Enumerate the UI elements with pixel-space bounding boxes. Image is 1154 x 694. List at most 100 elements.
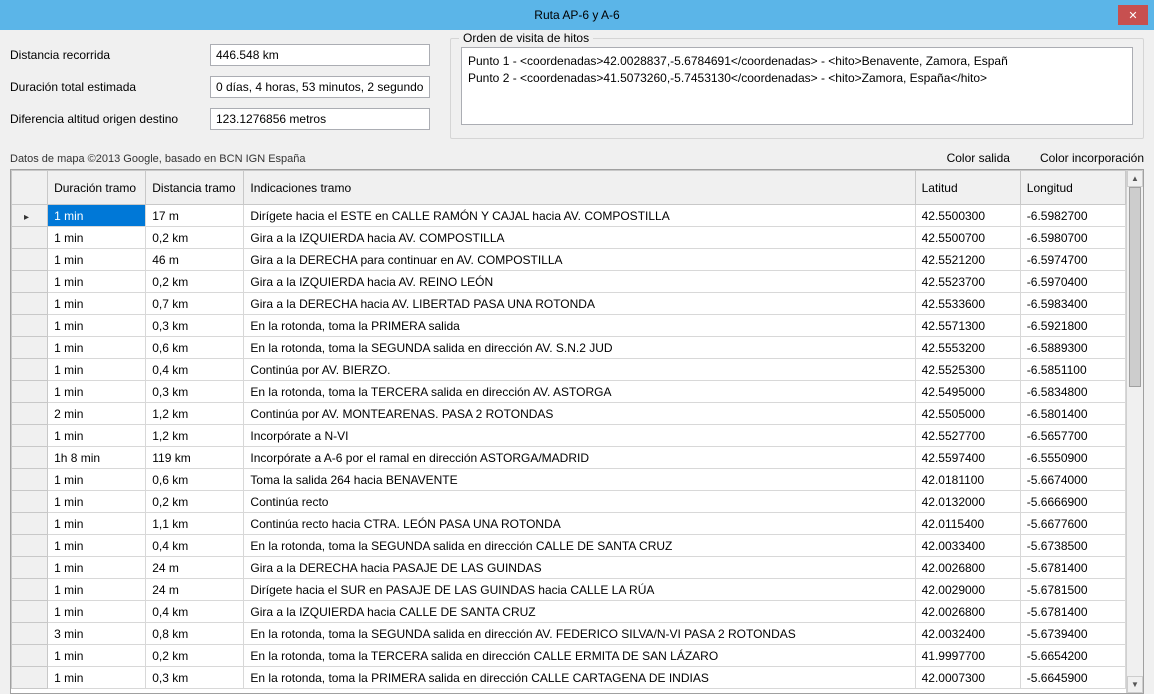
- cell-latitud[interactable]: 42.5533600: [915, 293, 1020, 315]
- cell-duracion[interactable]: 1 min: [48, 271, 146, 293]
- table-row[interactable]: 1 min0,3 kmEn la rotonda, toma la PRIMER…: [12, 667, 1126, 689]
- header-latitud[interactable]: Latitud: [915, 171, 1020, 205]
- cell-indicaciones[interactable]: Gira a la IZQUIERDA hacia AV. REINO LEÓN: [244, 271, 915, 293]
- cell-longitud[interactable]: -6.5550900: [1020, 447, 1125, 469]
- cell-distancia[interactable]: 46 m: [146, 249, 244, 271]
- cell-distancia[interactable]: 0,2 km: [146, 645, 244, 667]
- cell-indicaciones[interactable]: Continúa por AV. BIERZO.: [244, 359, 915, 381]
- cell-latitud[interactable]: 42.5553200: [915, 337, 1020, 359]
- hitos-textarea[interactable]: [461, 47, 1133, 125]
- row-header[interactable]: [12, 381, 48, 403]
- cell-duracion[interactable]: 1 min: [48, 359, 146, 381]
- cell-indicaciones[interactable]: Continúa recto hacia CTRA. LEÓN PASA UNA…: [244, 513, 915, 535]
- cell-indicaciones[interactable]: En la rotonda, toma la SEGUNDA salida en…: [244, 623, 915, 645]
- cell-latitud[interactable]: 42.0029000: [915, 579, 1020, 601]
- cell-duracion[interactable]: 1 min: [48, 667, 146, 689]
- cell-latitud[interactable]: 42.0026800: [915, 557, 1020, 579]
- cell-longitud[interactable]: -6.5983400: [1020, 293, 1125, 315]
- row-header[interactable]: [12, 623, 48, 645]
- scroll-thumb[interactable]: [1129, 187, 1141, 387]
- row-header[interactable]: [12, 359, 48, 381]
- cell-longitud[interactable]: -5.6645900: [1020, 667, 1125, 689]
- row-header[interactable]: [12, 425, 48, 447]
- cell-distancia[interactable]: 0,3 km: [146, 667, 244, 689]
- cell-duracion[interactable]: 1 min: [48, 381, 146, 403]
- cell-indicaciones[interactable]: Dirígete hacia el SUR en PASAJE DE LAS G…: [244, 579, 915, 601]
- cell-longitud[interactable]: -5.6739400: [1020, 623, 1125, 645]
- cell-indicaciones[interactable]: Toma la salida 264 hacia BENAVENTE: [244, 469, 915, 491]
- vertical-scrollbar[interactable]: ▲ ▼: [1126, 170, 1143, 693]
- cell-latitud[interactable]: 42.0033400: [915, 535, 1020, 557]
- cell-latitud[interactable]: 42.5525300: [915, 359, 1020, 381]
- cell-duracion[interactable]: 1 min: [48, 205, 146, 227]
- cell-duracion[interactable]: 1 min: [48, 425, 146, 447]
- table-row[interactable]: 3 min0,8 kmEn la rotonda, toma la SEGUND…: [12, 623, 1126, 645]
- cell-duracion[interactable]: 1h 8 min: [48, 447, 146, 469]
- cell-duracion[interactable]: 1 min: [48, 227, 146, 249]
- cell-duracion[interactable]: 1 min: [48, 491, 146, 513]
- cell-distancia[interactable]: 0,2 km: [146, 491, 244, 513]
- row-header[interactable]: [12, 535, 48, 557]
- cell-latitud[interactable]: 41.9997700: [915, 645, 1020, 667]
- cell-indicaciones[interactable]: En la rotonda, toma la PRIMERA salida en…: [244, 667, 915, 689]
- row-header[interactable]: [12, 513, 48, 535]
- table-row[interactable]: 1 min1,2 kmIncorpórate a N-VI42.5527700-…: [12, 425, 1126, 447]
- cell-longitud[interactable]: -6.5921800: [1020, 315, 1125, 337]
- cell-distancia[interactable]: 1,2 km: [146, 425, 244, 447]
- cell-longitud[interactable]: -5.6738500: [1020, 535, 1125, 557]
- cell-duracion[interactable]: 1 min: [48, 337, 146, 359]
- table-row[interactable]: 1h 8 min119 kmIncorpórate a A-6 por el r…: [12, 447, 1126, 469]
- row-header[interactable]: [12, 227, 48, 249]
- cell-longitud[interactable]: -5.6674000: [1020, 469, 1125, 491]
- cell-distancia[interactable]: 0,3 km: [146, 315, 244, 337]
- row-header-corner[interactable]: [12, 171, 48, 205]
- row-header[interactable]: [12, 557, 48, 579]
- table-row[interactable]: 1 min0,7 kmGira a la DERECHA hacia AV. L…: [12, 293, 1126, 315]
- scroll-track[interactable]: [1127, 187, 1143, 676]
- cell-distancia[interactable]: 0,2 km: [146, 227, 244, 249]
- cell-longitud[interactable]: -6.5834800: [1020, 381, 1125, 403]
- cell-distancia[interactable]: 0,7 km: [146, 293, 244, 315]
- scroll-up-button[interactable]: ▲: [1127, 170, 1143, 187]
- cell-latitud[interactable]: 42.5495000: [915, 381, 1020, 403]
- table-row[interactable]: 1 min1,1 kmContinúa recto hacia CTRA. LE…: [12, 513, 1126, 535]
- table-row[interactable]: 1 min0,2 kmEn la rotonda, toma la TERCER…: [12, 645, 1126, 667]
- cell-longitud[interactable]: -6.5980700: [1020, 227, 1125, 249]
- cell-distancia[interactable]: 0,8 km: [146, 623, 244, 645]
- cell-latitud[interactable]: 42.5500300: [915, 205, 1020, 227]
- table-row[interactable]: 1 min0,6 kmToma la salida 264 hacia BENA…: [12, 469, 1126, 491]
- data-grid[interactable]: Duración tramo Distancia tramo Indicacio…: [10, 169, 1144, 694]
- cell-latitud[interactable]: 42.5523700: [915, 271, 1020, 293]
- cell-latitud[interactable]: 42.5500700: [915, 227, 1020, 249]
- cell-longitud[interactable]: -6.5801400: [1020, 403, 1125, 425]
- row-header[interactable]: [12, 645, 48, 667]
- cell-indicaciones[interactable]: Continúa por AV. MONTEARENAS. PASA 2 ROT…: [244, 403, 915, 425]
- cell-longitud[interactable]: -6.5851100: [1020, 359, 1125, 381]
- table-row[interactable]: 1 min0,4 kmContinúa por AV. BIERZO.42.55…: [12, 359, 1126, 381]
- scroll-down-button[interactable]: ▼: [1127, 676, 1143, 693]
- cell-duracion[interactable]: 1 min: [48, 293, 146, 315]
- header-longitud[interactable]: Longitud: [1020, 171, 1125, 205]
- cell-indicaciones[interactable]: En la rotonda, toma la SEGUNDA salida en…: [244, 337, 915, 359]
- row-header[interactable]: [12, 667, 48, 689]
- cell-distancia[interactable]: 24 m: [146, 557, 244, 579]
- table-row[interactable]: 1 min0,3 kmEn la rotonda, toma la TERCER…: [12, 381, 1126, 403]
- table-row[interactable]: 1 min0,4 kmGira a la IZQUIERDA hacia CAL…: [12, 601, 1126, 623]
- table-row[interactable]: 2 min1,2 kmContinúa por AV. MONTEARENAS.…: [12, 403, 1126, 425]
- row-header[interactable]: [12, 205, 48, 227]
- cell-indicaciones[interactable]: En la rotonda, toma la TERCERA salida en…: [244, 381, 915, 403]
- cell-latitud[interactable]: 42.5521200: [915, 249, 1020, 271]
- cell-latitud[interactable]: 42.0132000: [915, 491, 1020, 513]
- cell-indicaciones[interactable]: En la rotonda, toma la PRIMERA salida: [244, 315, 915, 337]
- row-header[interactable]: [12, 469, 48, 491]
- cell-latitud[interactable]: 42.0032400: [915, 623, 1020, 645]
- row-header[interactable]: [12, 249, 48, 271]
- row-header[interactable]: [12, 491, 48, 513]
- cell-duracion[interactable]: 2 min: [48, 403, 146, 425]
- cell-longitud[interactable]: -5.6781400: [1020, 557, 1125, 579]
- cell-distancia[interactable]: 1,2 km: [146, 403, 244, 425]
- cell-indicaciones[interactable]: En la rotonda, toma la SEGUNDA salida en…: [244, 535, 915, 557]
- table-row[interactable]: 1 min17 mDirígete hacia el ESTE en CALLE…: [12, 205, 1126, 227]
- row-header[interactable]: [12, 579, 48, 601]
- table-row[interactable]: 1 min0,2 kmGira a la IZQUIERDA hacia AV.…: [12, 227, 1126, 249]
